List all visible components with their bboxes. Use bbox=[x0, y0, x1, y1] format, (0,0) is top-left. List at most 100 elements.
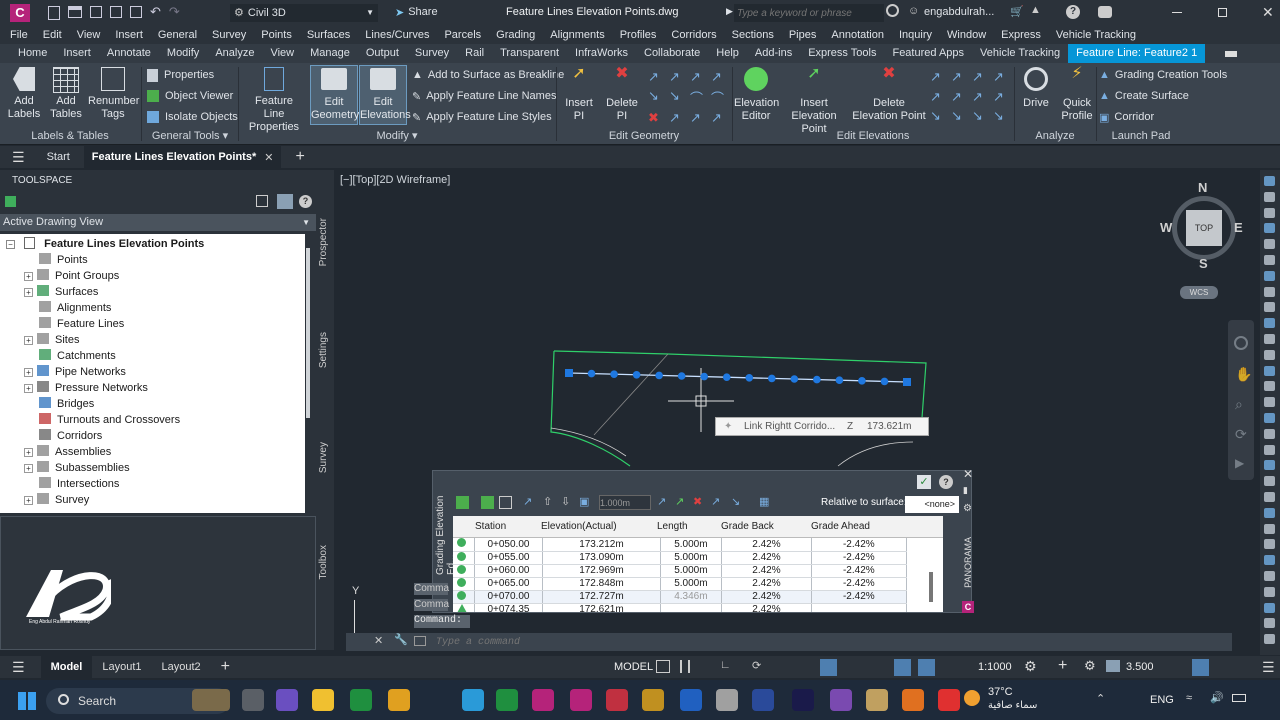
cell-station[interactable]: 0+050.00 bbox=[474, 538, 544, 552]
file-explorer-icon[interactable] bbox=[312, 689, 334, 711]
drafting-tool-icon[interactable] bbox=[1264, 381, 1275, 392]
cell-grade-ahead[interactable]: -2.42% bbox=[811, 564, 908, 578]
annotation-scale-value[interactable]: 1:1000 bbox=[978, 661, 1012, 673]
side-tab-toolbox[interactable]: Toolbox bbox=[318, 545, 329, 579]
drafting-tool-icon[interactable] bbox=[1264, 618, 1275, 629]
quick-profile-button[interactable]: ⚡ Quick Profile bbox=[1058, 66, 1096, 123]
polar-icon[interactable]: ⟳ bbox=[752, 659, 761, 672]
expand-icon[interactable]: + bbox=[24, 272, 33, 281]
set-increment-icon[interactable]: ▣ bbox=[579, 495, 589, 508]
geometry-tool-icon[interactable]: ↗ bbox=[690, 69, 708, 85]
feature-line-grip[interactable] bbox=[880, 377, 889, 386]
expand-icon[interactable]: + bbox=[24, 384, 33, 393]
tab-help[interactable]: Help bbox=[708, 44, 747, 63]
hamburger-icon[interactable]: ☰ bbox=[12, 149, 25, 166]
infraworks-icon[interactable] bbox=[830, 689, 852, 711]
tree-item-subassemblies[interactable]: + Subassemblies bbox=[24, 460, 130, 476]
cart-icon[interactable]: 🛒 bbox=[1010, 5, 1024, 18]
edge-icon[interactable] bbox=[388, 689, 410, 711]
graphics-perf-icon[interactable] bbox=[1192, 659, 1209, 676]
geometry-tool-icon[interactable]: ↗ bbox=[711, 110, 729, 126]
elevation-tool-icon[interactable]: ↗ bbox=[711, 495, 720, 508]
elevation-tool-icon[interactable]: ↗ bbox=[951, 69, 969, 86]
tab-insert[interactable]: Insert bbox=[55, 44, 99, 63]
wcs-button[interactable]: WCS bbox=[1180, 286, 1218, 299]
toolspace-tree-icon[interactable] bbox=[5, 196, 16, 207]
apply-styles-button[interactable]: ✎ Apply Feature Line Styles bbox=[412, 111, 552, 124]
tab-active-document[interactable]: Feature Lines Elevation Points* ✕ bbox=[83, 146, 282, 168]
layout-tab-layout1[interactable]: Layout1 bbox=[92, 656, 151, 678]
drafting-tool-icon[interactable] bbox=[1264, 318, 1275, 329]
drafting-tool-icon[interactable] bbox=[1264, 634, 1275, 645]
layout-tab-layout2[interactable]: Layout2 bbox=[152, 656, 211, 678]
menu-item-insert[interactable]: Insert bbox=[115, 29, 143, 41]
share-button[interactable]: ➤ Share bbox=[395, 6, 438, 19]
editor-dock-icon[interactable]: ▮ bbox=[963, 485, 968, 496]
drafting-tool-icon[interactable] bbox=[1264, 571, 1275, 581]
cell-grade-back[interactable]: 2.42% bbox=[721, 538, 812, 552]
drafting-tool-icon[interactable] bbox=[1264, 223, 1275, 234]
table-row[interactable]: 0+070.00 172.727m 4.346m 2.42% -2.42% bbox=[453, 590, 908, 604]
tree-item-catchments[interactable]: Catchments bbox=[24, 348, 116, 364]
elevation-tool-icon[interactable]: ↘ bbox=[951, 108, 969, 125]
drafting-tool-icon[interactable] bbox=[1264, 302, 1275, 313]
elevation-editor-button[interactable]: Elevation Editor bbox=[734, 67, 779, 123]
cell-grade-ahead[interactable]: -2.42% bbox=[811, 538, 908, 552]
geometry-tool-icon[interactable]: ↗ bbox=[711, 69, 729, 85]
insert-point-tool-icon[interactable]: ↗ bbox=[675, 495, 684, 508]
autocad-icon[interactable] bbox=[902, 689, 924, 711]
menu-item-pipes[interactable]: Pipes bbox=[789, 29, 817, 41]
feature-line-grip[interactable] bbox=[835, 376, 844, 384]
tree-item-bridges[interactable]: Bridges bbox=[24, 396, 94, 412]
cell-elevation-actual-[interactable]: 172.848m bbox=[542, 577, 661, 591]
drafting-tool-icon[interactable] bbox=[1264, 191, 1275, 202]
drafting-tool-icon[interactable] bbox=[1264, 365, 1275, 376]
cell-elevation-actual-[interactable]: 172.969m bbox=[542, 564, 661, 578]
visual-studio-icon[interactable] bbox=[792, 689, 814, 711]
tree-item-pressure-networks[interactable]: + Pressure Networks bbox=[24, 380, 148, 396]
geometry-tool-icon[interactable]: ⌒ bbox=[711, 88, 729, 107]
menu-item-inquiry[interactable]: Inquiry bbox=[899, 29, 932, 41]
menu-item-vehicle-tracking[interactable]: Vehicle Tracking bbox=[1056, 29, 1136, 41]
annotation-visibility-icon[interactable] bbox=[894, 659, 911, 676]
elevation-tool-icon[interactable]: ↗ bbox=[993, 69, 1011, 86]
menu-item-sections[interactable]: Sections bbox=[732, 29, 774, 41]
cell-elevation-actual-[interactable]: 172.727m bbox=[542, 590, 661, 604]
revit-icon[interactable] bbox=[938, 689, 960, 711]
side-tab-prospector[interactable]: Prospector bbox=[318, 218, 329, 266]
elevation-tool-icon[interactable]: ↘ bbox=[930, 108, 948, 125]
drafting-tool-icon[interactable] bbox=[1264, 492, 1275, 502]
feature-line-grip[interactable] bbox=[790, 375, 799, 383]
tab-vehicle-tracking[interactable]: Vehicle Tracking bbox=[972, 44, 1068, 63]
editor-help-icon[interactable]: ? bbox=[939, 475, 953, 489]
drafting-tool-icon[interactable] bbox=[1264, 460, 1275, 471]
feature-line-grip[interactable] bbox=[768, 374, 776, 383]
zoom-to-icon[interactable] bbox=[481, 496, 494, 509]
plus-icon[interactable]: + bbox=[1058, 657, 1067, 675]
user-name[interactable]: engabdulrah... bbox=[924, 6, 994, 18]
menu-item-profiles[interactable]: Profiles bbox=[620, 29, 657, 41]
tab-modify[interactable]: Modify bbox=[159, 44, 207, 63]
geometry-tool-icon[interactable]: ✖ bbox=[648, 110, 666, 126]
status-value[interactable]: 3.500 bbox=[1126, 661, 1154, 673]
command-input[interactable] bbox=[436, 634, 1216, 650]
app-logo[interactable]: C bbox=[10, 4, 30, 22]
viewcube[interactable]: TOP N S W E bbox=[1160, 180, 1243, 271]
panel-title-general-tools[interactable]: General Tools ▾ bbox=[142, 129, 238, 142]
toolspace-list-icon[interactable] bbox=[277, 194, 293, 209]
grid-toggle-icon[interactable] bbox=[656, 660, 670, 673]
command-recent-icon[interactable] bbox=[414, 636, 426, 646]
zoom-icon[interactable]: ⌕ bbox=[1235, 396, 1243, 413]
tree-scrollbar[interactable] bbox=[306, 248, 310, 418]
elevation-tool-icon[interactable]: ↗ bbox=[951, 89, 969, 106]
menu-item-lines-curves[interactable]: Lines/Curves bbox=[365, 29, 429, 41]
drafting-tool-icon[interactable] bbox=[1264, 413, 1275, 423]
annotation-scale-icon[interactable] bbox=[918, 659, 935, 676]
add-tables-button[interactable]: Add Tables bbox=[48, 67, 84, 121]
layer-icon[interactable] bbox=[1106, 660, 1120, 672]
drafting-tool-icon[interactable] bbox=[1264, 176, 1275, 186]
feature-line-grip[interactable] bbox=[745, 374, 754, 382]
task-view-icon[interactable] bbox=[242, 689, 264, 711]
cell-length[interactable]: 5.000m bbox=[660, 551, 723, 565]
drafting-tool-icon[interactable] bbox=[1264, 476, 1275, 487]
